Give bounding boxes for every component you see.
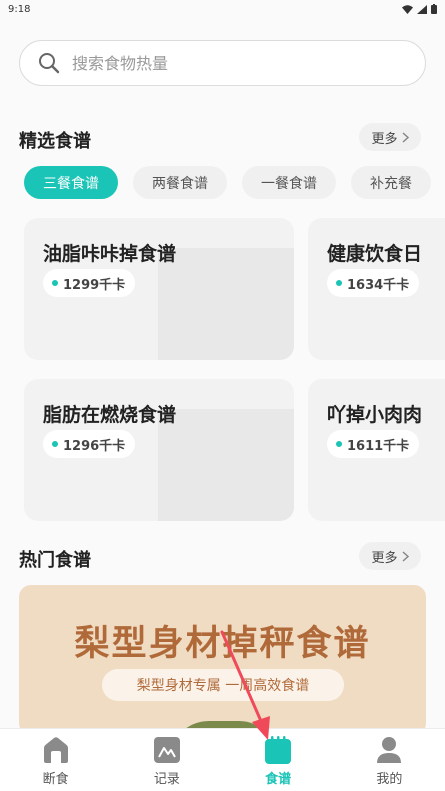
profile-icon <box>377 737 402 763</box>
hot-more-button[interactable]: 更多 <box>359 542 421 570</box>
status-icons <box>402 4 437 14</box>
recipe-image <box>158 248 294 360</box>
banner-title: 梨型身材掉秤食谱 <box>74 624 371 664</box>
recipe-card[interactable]: 脂肪在燃烧食谱 1296千卡 <box>24 379 294 521</box>
bottom-tab-bar: 断食 记录 食谱 我的 <box>0 728 445 791</box>
recipe-title: 油脂咔咔掉食谱 <box>43 243 177 265</box>
recipe-kcal-badge: 1299千卡 <box>43 269 136 297</box>
recipe-card[interactable]: 健康饮食日 1634千卡 <box>308 218 445 360</box>
tabbar-label: 记录 <box>153 772 180 787</box>
recipe-title: 健康饮食日 <box>327 243 423 265</box>
battery-icon <box>431 4 437 14</box>
hot-recipe-banner[interactable]: 梨型身材掉秤食谱 梨型身材专属 一周高效食谱 <box>19 585 426 735</box>
hot-more-label: 更多 <box>371 550 398 566</box>
recipe-card[interactable]: 油脂咔咔掉食谱 1299千卡 <box>24 218 294 360</box>
tabbar-label: 食谱 <box>265 772 292 787</box>
search-icon <box>39 53 60 74</box>
tabbar-item-profile[interactable]: 我的 <box>334 729 445 791</box>
chevron-right-icon <box>401 550 409 562</box>
featured-more-label: 更多 <box>371 131 398 147</box>
tabbar-label: 我的 <box>376 772 403 787</box>
tab-one-meal[interactable]: 一餐食谱 <box>242 166 336 199</box>
status-bar: 9:18 <box>0 0 445 18</box>
chevron-right-icon <box>401 131 409 143</box>
recipe-card[interactable]: 吖掉小肉肉 1611千卡 <box>308 379 445 521</box>
recipe-icon <box>265 736 292 764</box>
recipe-title: 脂肪在燃烧食谱 <box>43 404 177 426</box>
recipe-kcal-badge: 1296千卡 <box>43 430 136 458</box>
tabbar-label: 断食 <box>42 772 69 787</box>
meal-plan-tabs: 三餐食谱 两餐食谱 一餐食谱 补充餐 <box>24 166 431 199</box>
wifi-icon <box>402 4 413 14</box>
search-bar[interactable] <box>19 40 426 86</box>
tab-supplement-meal[interactable]: 补充餐 <box>351 166 431 199</box>
tabbar-item-fasting[interactable]: 断食 <box>0 729 111 791</box>
status-time: 9:18 <box>8 3 31 15</box>
hot-section-title: 热门食谱 <box>19 550 91 571</box>
banner-subtitle: 梨型身材专属 一周高效食谱 <box>102 669 344 701</box>
featured-section-title: 精选食谱 <box>19 131 91 152</box>
tab-two-meals[interactable]: 两餐食谱 <box>133 166 227 199</box>
tabbar-item-recipes[interactable]: 食谱 <box>223 729 334 791</box>
recipe-image <box>158 409 294 521</box>
signal-icon <box>417 4 427 14</box>
recipe-kcal-badge: 1611千卡 <box>327 430 420 458</box>
recipe-kcal-badge: 1634千卡 <box>327 269 420 297</box>
tabbar-item-record[interactable]: 记录 <box>111 729 222 791</box>
recipe-title: 吖掉小肉肉 <box>327 404 423 426</box>
featured-more-button[interactable]: 更多 <box>359 123 421 151</box>
tab-three-meals[interactable]: 三餐食谱 <box>24 166 118 199</box>
home-icon <box>43 737 68 763</box>
record-icon <box>153 737 180 763</box>
search-input[interactable] <box>72 53 372 73</box>
